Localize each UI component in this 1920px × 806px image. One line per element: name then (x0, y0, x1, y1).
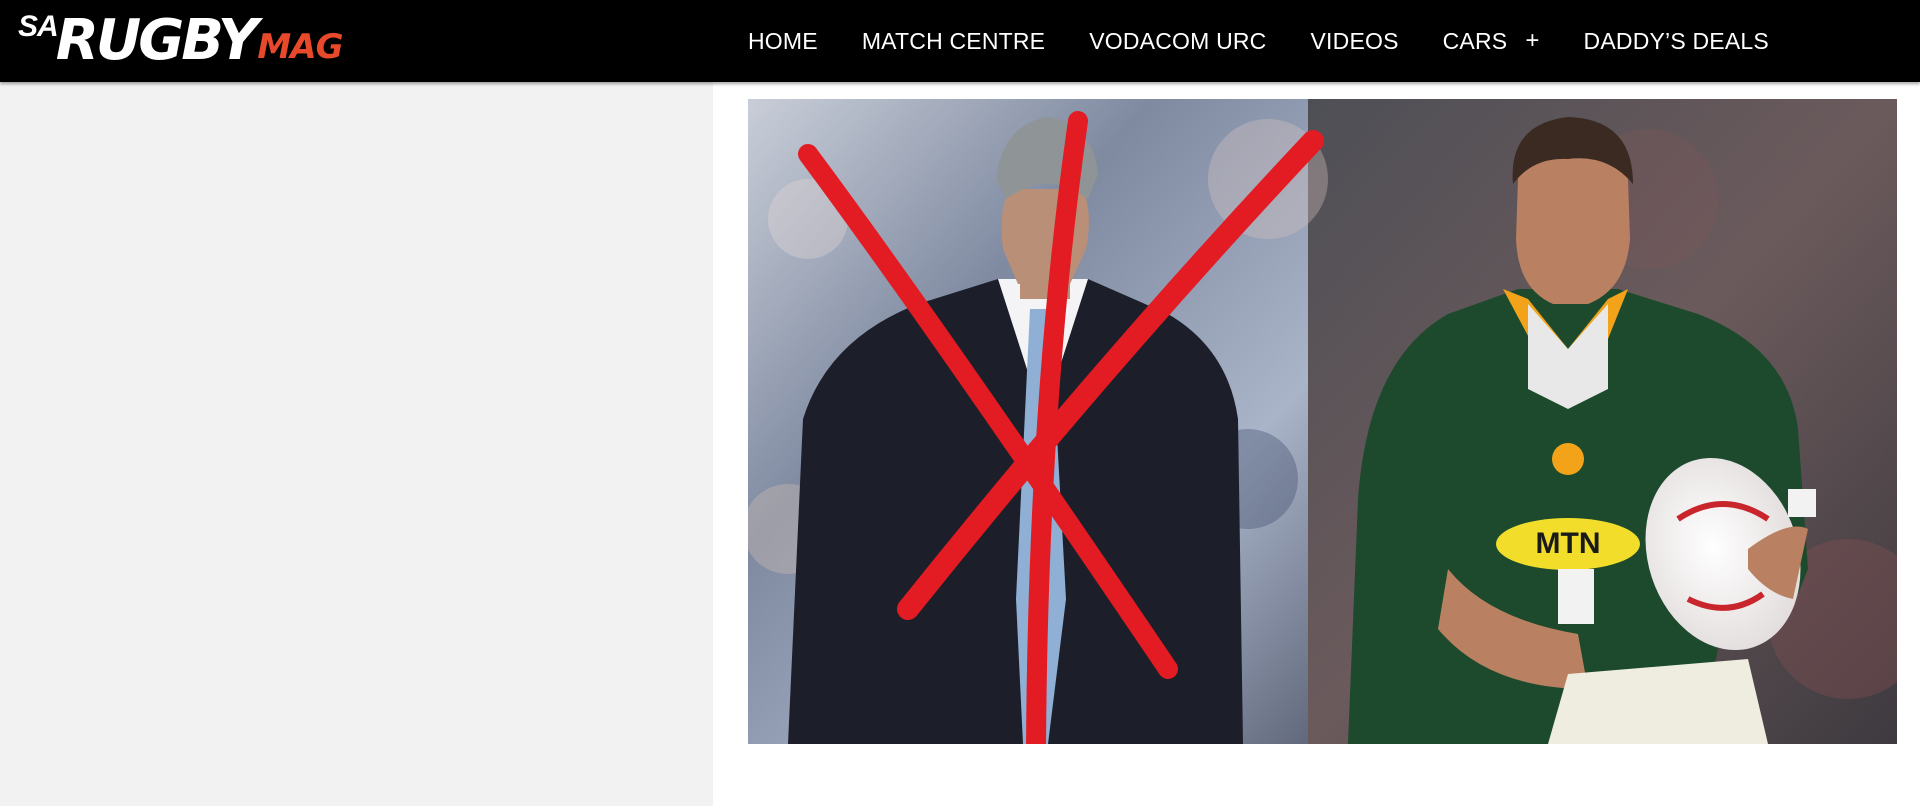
main-nav: HOME MATCH CENTRE VODACOM URC VIDEOS CAR… (748, 0, 1813, 82)
nav-cars[interactable]: CARS + (1443, 27, 1540, 55)
nav-match-centre-label: MATCH CENTRE (861, 27, 1046, 54)
sidebar-panel (0, 82, 713, 806)
nav-cars-label: CARS (1442, 27, 1508, 54)
nav-home-label: HOME (748, 27, 818, 54)
nav-match-centre[interactable]: MATCH CENTRE (862, 28, 1045, 55)
site-logo[interactable]: SA RUGBY MAG (18, 7, 438, 73)
site-header: SA RUGBY MAG HOME MATCH CENTRE VODACOM U… (0, 0, 1920, 82)
nav-vodacom-urc-label: VODACOM URC (1089, 27, 1267, 54)
nav-vodacom-urc[interactable]: VODACOM URC (1089, 28, 1266, 55)
expand-plus-icon[interactable]: + (1525, 27, 1539, 55)
hero-illustration: MTN (748, 99, 1897, 744)
jersey-sponsor-text: MTN (1536, 527, 1601, 560)
nav-daddys-deals-label: DADDY’S DEALS (1583, 27, 1769, 54)
article-hero-image: MTN (748, 99, 1897, 744)
nav-videos-label: VIDEOS (1310, 27, 1399, 54)
nav-daddys-deals[interactable]: DADDY’S DEALS (1584, 28, 1769, 55)
logo-rugby-text: RUGBY (55, 7, 259, 73)
nav-videos[interactable]: VIDEOS (1311, 28, 1399, 55)
logo-sa-text: SA (18, 10, 59, 43)
nav-home[interactable]: HOME (748, 28, 818, 55)
logo-mag-text: MAG (257, 27, 343, 67)
